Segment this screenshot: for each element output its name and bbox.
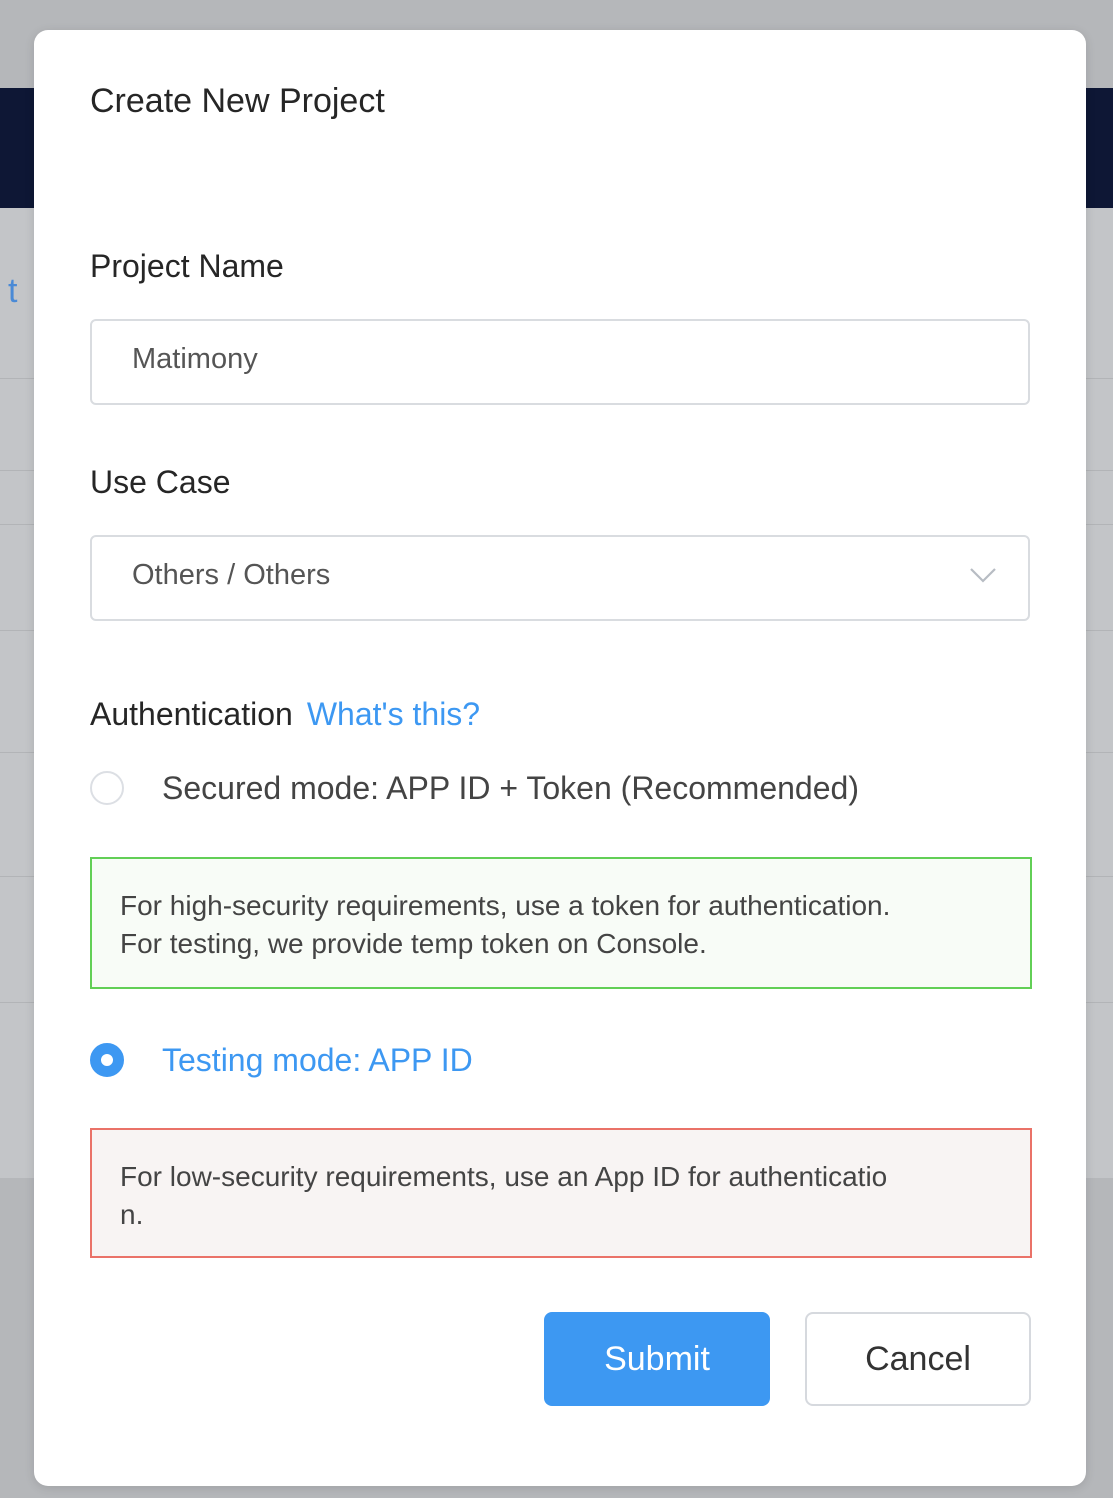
chevron-down-icon [970, 568, 996, 583]
secured-mode-note-line-2: For testing, we provide temp token on Co… [120, 928, 707, 959]
radio-testing-mode[interactable]: Testing mode: APP ID [90, 1040, 473, 1080]
use-case-select[interactable]: Others / Others [90, 535, 1030, 621]
radio-secured-mode-label: Secured mode: APP ID + Token (Recommende… [162, 769, 859, 806]
radio-secured-mode-circle[interactable] [90, 771, 124, 805]
testing-mode-note: For low-security requirements, use an Ap… [90, 1128, 1032, 1258]
radio-testing-mode-circle[interactable] [90, 1043, 124, 1077]
whats-this-link[interactable]: What's this? [307, 696, 480, 732]
secured-mode-note: For high-security requirements, use a to… [90, 857, 1032, 989]
cancel-button[interactable]: Cancel [805, 1312, 1031, 1406]
authentication-header: Authentication What's this? [90, 696, 480, 733]
use-case-label: Use Case [90, 464, 231, 500]
create-project-modal: Create New Project Project Name Matimony… [34, 30, 1086, 1486]
secured-mode-note-line-1: For high-security requirements, use a to… [120, 890, 891, 921]
authentication-label: Authentication [90, 696, 293, 732]
testing-mode-note-line-1: For low-security requirements, use an Ap… [120, 1161, 888, 1192]
radio-testing-mode-label: Testing mode: APP ID [162, 1041, 473, 1078]
use-case-selected-value: Others / Others [132, 559, 331, 591]
background-link-fragment: t [8, 272, 18, 310]
modal-title: Create New Project [90, 82, 385, 120]
project-name-input[interactable]: Matimony [90, 319, 1030, 405]
testing-mode-note-line-2: n. [120, 1199, 144, 1230]
project-name-label: Project Name [90, 248, 284, 284]
project-name-value: Matimony [132, 343, 258, 375]
submit-button[interactable]: Submit [544, 1312, 770, 1406]
radio-secured-mode[interactable]: Secured mode: APP ID + Token (Recommende… [90, 768, 859, 808]
